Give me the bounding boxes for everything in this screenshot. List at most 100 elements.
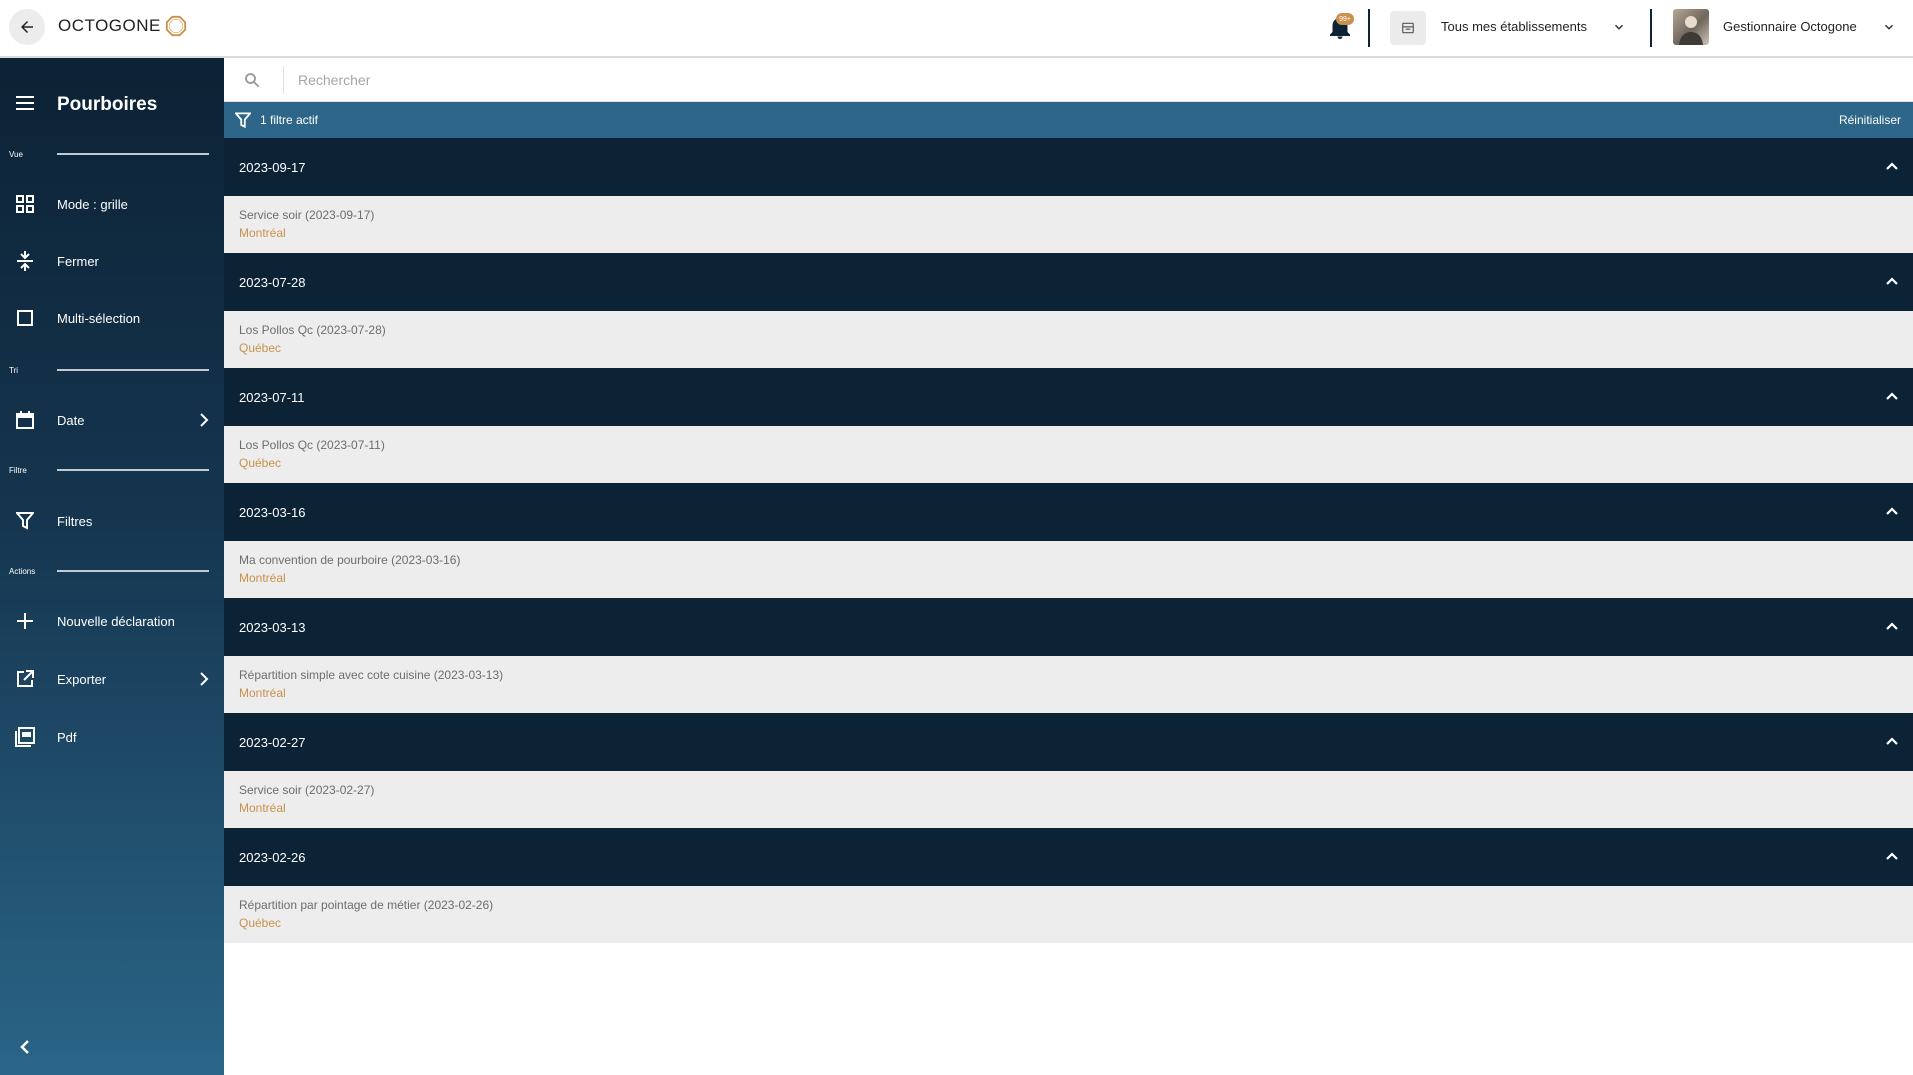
chevron-up-icon[interactable] — [1885, 505, 1899, 517]
group-date: 2023-02-26 — [239, 850, 306, 865]
grouped-list: 2023-09-17 Service soir (2023-09-17) Mon… — [224, 138, 1913, 943]
sidebar-item-label: Mode : grille — [57, 196, 128, 212]
item-name: Répartition par pointage de métier (2023… — [239, 898, 494, 912]
sidebar: Pourboires Vue Mode : grille Fermer Mult… — [0, 58, 224, 1075]
grid-icon — [15, 194, 35, 214]
search-icon — [245, 73, 260, 88]
list-item[interactable]: Los Pollos Qc (2023-07-28) Québec — [224, 311, 1913, 368]
notification-badge: 99+ — [1336, 13, 1354, 25]
list-item[interactable]: Los Pollos Qc (2023-07-11) Québec — [224, 426, 1913, 483]
logo-text: OCTOGONE — [58, 16, 161, 35]
arrow-left-icon — [21, 21, 33, 33]
user-menu[interactable]: Gestionnaire Octogone — [1723, 19, 1857, 34]
item-location: Québec — [239, 916, 282, 930]
sidebar-item-label: Nouvelle déclaration — [57, 613, 175, 629]
item-location: Montréal — [239, 571, 286, 585]
item-name: Service soir (2023-02-27) — [239, 783, 375, 797]
funnel-icon — [15, 511, 35, 531]
sidebar-item-label: Filtres — [57, 513, 93, 529]
item-name: Répartition simple avec cote cuisine (20… — [239, 668, 504, 682]
store-icon — [1402, 22, 1414, 34]
user-photo-icon — [1679, 16, 1703, 45]
divider — [283, 66, 284, 94]
sidebar-item-nouvelle-declaration[interactable]: Nouvelle déclaration — [0, 599, 224, 643]
group-date: 2023-02-27 — [239, 735, 306, 750]
pdf-icon — [15, 727, 35, 747]
list-item[interactable]: Répartition par pointage de métier (2023… — [224, 886, 1913, 943]
list-item[interactable]: Répartition simple avec cote cuisine (20… — [224, 656, 1913, 713]
main-content: 1 filtre actif Réinitialiser 2023-09-17 … — [224, 58, 1913, 1075]
back-button[interactable] — [9, 9, 45, 45]
calendar-icon — [15, 410, 35, 430]
search-input[interactable] — [298, 68, 1878, 92]
sidebar-item-exporter[interactable]: Exporter — [0, 657, 224, 701]
group-date: 2023-03-16 — [239, 505, 306, 520]
section-label-tri: Tri — [9, 366, 19, 375]
list-item[interactable]: Service soir (2023-02-27) Montréal — [224, 771, 1913, 828]
reset-filters-button[interactable]: Réinitialiser — [1839, 113, 1901, 127]
list-item[interactable]: Ma convention de pourboire (2023-03-16) … — [224, 541, 1913, 598]
list-item[interactable]: Service soir (2023-09-17) Montréal — [224, 196, 1913, 253]
chevron-right-icon — [200, 413, 209, 427]
chevron-up-icon[interactable] — [1885, 275, 1899, 287]
logo[interactable]: OCTOGONE — [58, 15, 187, 37]
group-date: 2023-07-11 — [239, 390, 305, 405]
section-label-actions: Actions — [9, 567, 36, 576]
item-location: Montréal — [239, 226, 286, 240]
active-filter-count: 1 filtre actif — [260, 113, 319, 127]
chevron-right-icon — [200, 672, 209, 686]
collapse-vertical-icon — [15, 251, 35, 271]
divider — [57, 469, 209, 471]
sidebar-item-date[interactable]: Date — [0, 398, 224, 442]
top-bar: OCTOGONE 99+ Tous mes établissements Ges… — [0, 0, 1913, 58]
sidebar-item-filtres[interactable]: Filtres — [0, 499, 224, 543]
group-header[interactable]: 2023-07-28 — [224, 253, 1913, 311]
hamburger-icon[interactable] — [16, 96, 34, 110]
plus-icon — [15, 611, 35, 631]
sidebar-item-label: Multi-sélection — [57, 310, 141, 326]
search-bar — [224, 58, 1913, 102]
item-location: Québec — [239, 456, 282, 470]
item-name: Ma convention de pourboire (2023-03-16) — [239, 553, 461, 567]
chevron-left-icon[interactable] — [16, 1038, 34, 1056]
chevron-up-icon[interactable] — [1885, 390, 1899, 402]
item-location: Montréal — [239, 686, 286, 700]
group-header[interactable]: 2023-03-16 — [224, 483, 1913, 541]
establishment-selector[interactable]: Tous mes établissements — [1441, 19, 1587, 34]
chevron-up-icon[interactable] — [1885, 850, 1899, 862]
group-header[interactable]: 2023-02-27 — [224, 713, 1913, 771]
group-header[interactable]: 2023-07-11 — [224, 368, 1913, 426]
divider — [57, 570, 209, 572]
chevron-up-icon[interactable] — [1885, 620, 1899, 632]
sidebar-item-pdf[interactable]: Pdf — [0, 715, 224, 759]
chevron-up-icon[interactable] — [1885, 160, 1899, 172]
group-header[interactable]: 2023-09-17 — [224, 138, 1913, 196]
section-label-vue: Vue — [9, 150, 23, 159]
sidebar-item-label: Pdf — [57, 729, 77, 745]
sidebar-item-multi-selection[interactable]: Multi-sélection — [0, 296, 224, 340]
chevron-down-icon[interactable] — [1612, 20, 1626, 34]
divider — [57, 153, 209, 155]
divider — [1650, 9, 1652, 47]
group-date: 2023-07-28 — [239, 275, 306, 290]
item-name: Service soir (2023-09-17) — [239, 208, 375, 222]
page-title: Pourboires — [57, 94, 158, 115]
sidebar-item-mode[interactable]: Mode : grille — [0, 182, 224, 226]
chevron-up-icon[interactable] — [1885, 735, 1899, 747]
checkbox-icon — [15, 308, 35, 328]
group-header[interactable]: 2023-03-13 — [224, 598, 1913, 656]
avatar[interactable] — [1673, 9, 1709, 45]
divider — [1368, 9, 1370, 47]
item-name: Los Pollos Qc (2023-07-11) — [239, 438, 385, 452]
sidebar-item-fermer[interactable]: Fermer — [0, 239, 224, 283]
sidebar-item-label: Fermer — [57, 253, 99, 269]
app-root: OCTOGONE 99+ Tous mes établissements Ges… — [0, 0, 1913, 1075]
item-location: Montréal — [239, 801, 286, 815]
item-name: Los Pollos Qc (2023-07-28) — [239, 323, 386, 337]
chevron-down-icon[interactable] — [1882, 20, 1896, 34]
establishment-icon-button[interactable] — [1390, 11, 1426, 45]
item-location: Québec — [239, 341, 282, 355]
section-label-filtre: Filtre — [9, 466, 27, 475]
octagon-logo-icon — [165, 15, 186, 37]
group-header[interactable]: 2023-02-26 — [224, 828, 1913, 886]
